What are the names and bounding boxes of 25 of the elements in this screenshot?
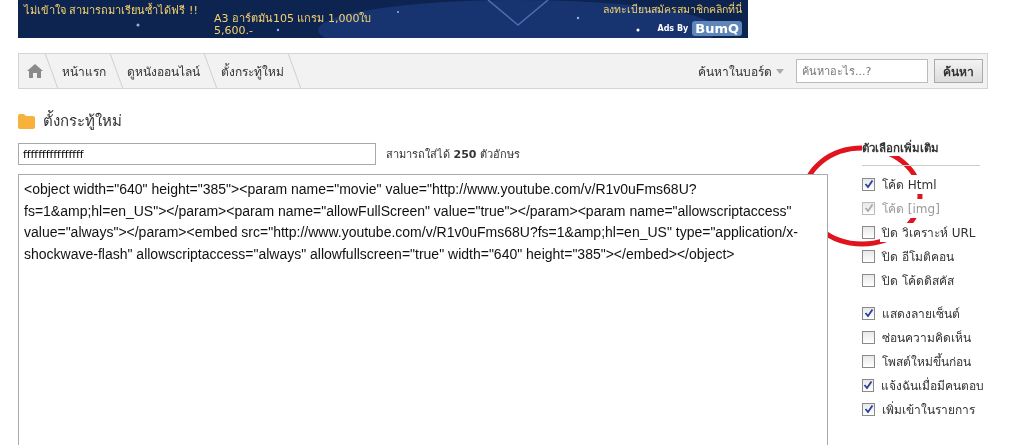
checkmark-icon	[863, 380, 873, 390]
breadcrumb-link[interactable]: ตั้งกระทู้ใหม่	[211, 61, 294, 81]
search-field[interactable]: ค้นหาอะไร...?	[796, 59, 928, 83]
character-limit-hint: สามารถใส่ได้ 250 ตัวอักษร	[386, 147, 520, 163]
banner-text: ไม่เข้าใจ สามารถมาเรียนซ้ำได้ฟรี !!	[24, 2, 199, 19]
ad-banner[interactable]: ไม่เข้าใจ สามารถมาเรียนซ้ำได้ฟรี !! A3 อาร์ตมัน105 แกรม 1,000ใบ 5,600.- ลงทะเบียนสมัครสมาชิกคลิกที่นี่ Ads By BumQ	[18, 0, 748, 38]
folder-icon	[18, 113, 35, 129]
checkmark-icon	[863, 308, 874, 318]
banner-text: 5,600.-	[213, 25, 254, 37]
checkmark-icon	[863, 404, 874, 414]
search-button[interactable]: ค้นหา	[934, 59, 983, 83]
checkmark-icon	[863, 203, 874, 213]
page-title: ตั้งกระทู้ใหม่	[43, 109, 122, 132]
breadcrumb-link[interactable]: ดูหนังออนไลน์	[117, 61, 210, 81]
subject-field[interactable]: ffffffffffffffff	[18, 143, 376, 165]
checkmark-icon	[863, 179, 874, 189]
message-textarea[interactable]: <object width="640" height="385"><param name="movie" value="http://www.youtube.com/v/R1v0uFms68U?fs=1&amp;hl=en_US"></param><param name="allowFullScreen" value="true"></param><param name="allowscriptaccess" value="always"></param><embed src="http://www.youtube.com/v/R1v0uFms68U?fs=1&amp;hl=en_US" type="application/x-shockwave-flash" allowscriptaccess="always" allowfullscreen="true" width="640" height="385"></embed></object>	[18, 174, 828, 445]
banner-text: ลงทะเบียนสมัครสมาชิกคลิกที่นี่	[603, 1, 742, 15]
ads-by-label: Ads By	[657, 24, 689, 33]
options-heading: ตัวเลือกเพิ่มเติม	[862, 139, 980, 166]
banner-text: A3 อาร์ตมัน105 แกรม 1,000ใบ	[213, 13, 373, 25]
caret-icon	[776, 68, 784, 74]
search-scope-dropdown[interactable]: ค้นหาในบอร์ด	[692, 61, 790, 81]
logo[interactable]: BumQ	[692, 21, 742, 36]
breadcrumb-link[interactable]: หน้าแรก	[52, 61, 116, 81]
